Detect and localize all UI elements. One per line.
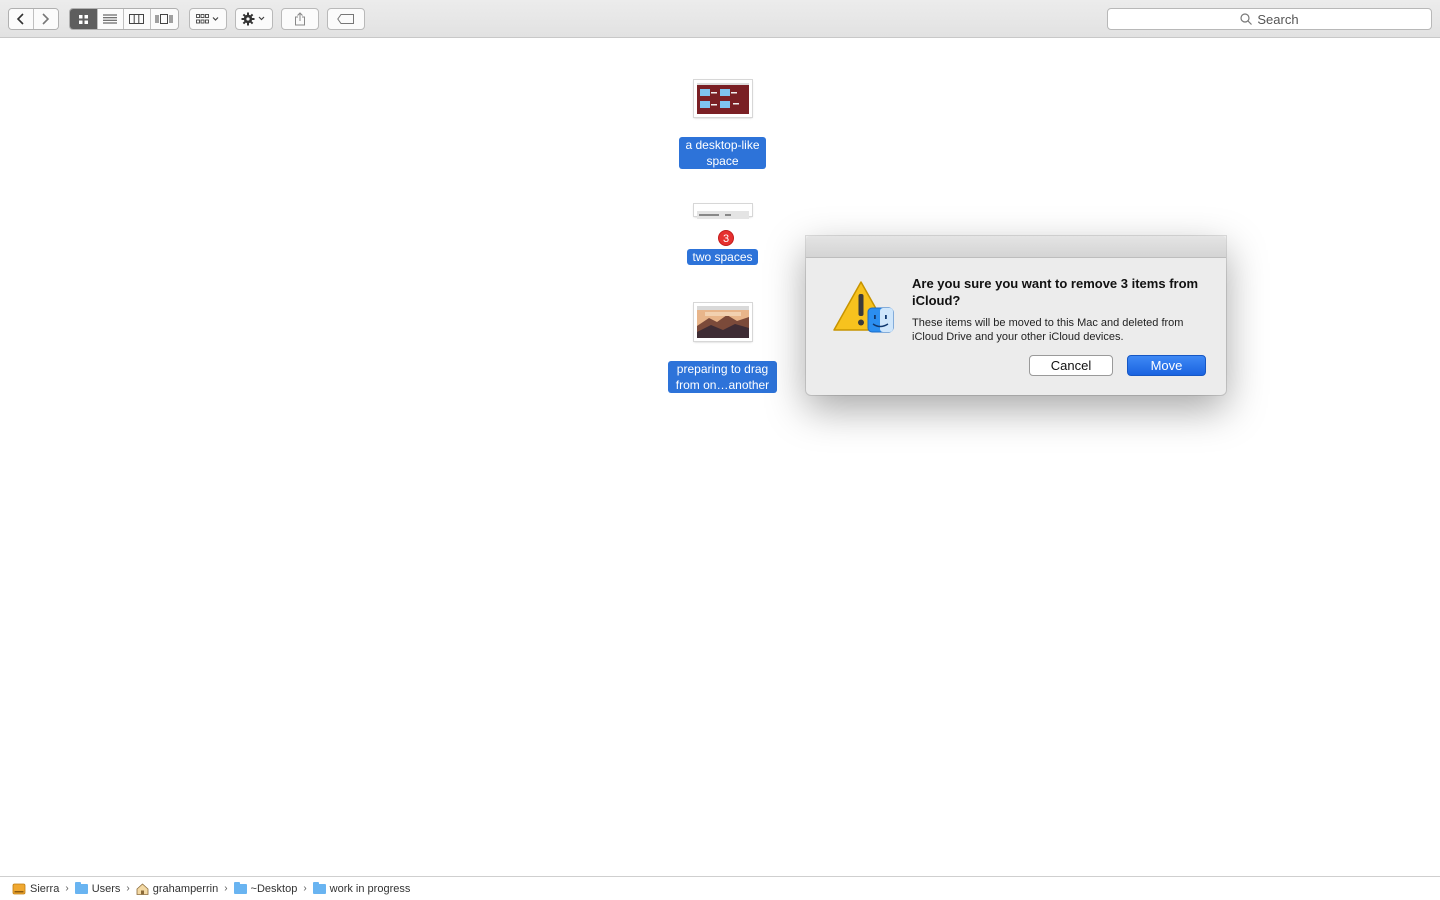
chevron-right-icon: › — [126, 883, 130, 894]
path-bar: Sierra › Users › grahamperrin › ~Desktop… — [0, 876, 1440, 900]
file-thumbnail[interactable] — [694, 204, 752, 219]
path-crumb-label: work in progress — [329, 882, 411, 895]
file-label[interactable]: preparing to drag from on…another — [668, 361, 777, 393]
chevron-left-icon — [17, 13, 24, 25]
finder-toolbar: Search — [0, 0, 1440, 38]
dialog-message: These items will be moved to this Mac an… — [912, 317, 1184, 343]
path-crumb-label: grahamperrin — [152, 882, 219, 895]
gear-icon — [241, 12, 265, 26]
tags-button[interactable] — [327, 8, 365, 30]
arrange-grid-icon — [196, 14, 219, 24]
users-folder-icon — [74, 881, 88, 894]
cancel-button[interactable]: Cancel — [1029, 355, 1113, 376]
view-mode-control — [69, 8, 179, 30]
action-button[interactable] — [235, 8, 273, 30]
path-crumb-label: Users — [91, 882, 121, 895]
chevron-right-icon: › — [65, 883, 69, 894]
path-crumb-work-in-progress[interactable]: work in progress — [312, 881, 411, 895]
icon-grid-icon — [78, 14, 88, 24]
cover-flow-icon — [155, 14, 173, 24]
search-placeholder: Search — [1257, 11, 1299, 27]
dialog-title: Are you sure you want to remove 3 items … — [912, 276, 1199, 308]
back-button[interactable] — [9, 9, 34, 29]
search-icon — [1240, 13, 1253, 25]
warning-icon — [832, 280, 894, 336]
file-label[interactable]: two spaces — [687, 249, 758, 265]
folder-icon — [312, 881, 326, 894]
columns-icon — [129, 14, 145, 24]
move-button[interactable]: Move — [1127, 355, 1206, 376]
chevron-right-icon: › — [224, 883, 228, 894]
chevron-right-icon: › — [303, 883, 307, 894]
desktop-screenshot-thumbnail — [697, 83, 749, 114]
cover-flow-button[interactable] — [150, 9, 178, 29]
path-crumb-desktop[interactable]: ~Desktop — [233, 881, 298, 895]
chevron-right-icon — [42, 13, 50, 25]
share-icon — [295, 12, 305, 26]
path-crumb-sierra[interactable]: Sierra — [12, 883, 59, 895]
item-count-badge: 3 — [718, 230, 734, 246]
file-thumbnail[interactable] — [694, 80, 752, 117]
path-crumb-label: Sierra — [30, 882, 60, 895]
file-thumbnail[interactable] — [694, 303, 752, 341]
nav-buttons — [8, 8, 59, 30]
dialog-titlebar — [806, 236, 1226, 258]
forward-button[interactable] — [33, 9, 58, 29]
tag-icon — [337, 14, 354, 24]
path-crumb-label: ~Desktop — [250, 882, 298, 895]
icon-view-button[interactable] — [70, 9, 98, 29]
list-view-button[interactable] — [97, 9, 125, 29]
share-button[interactable] — [281, 8, 319, 30]
spaces-screenshot-thumbnail — [697, 211, 749, 219]
list-icon — [103, 14, 118, 24]
sierra-wallpaper-thumbnail — [697, 306, 749, 338]
path-crumb-users[interactable]: Users — [74, 881, 121, 895]
folder-icon — [233, 881, 247, 894]
column-view-button[interactable] — [124, 9, 151, 29]
file-label[interactable]: a desktop-like space — [679, 137, 766, 169]
remove-from-icloud-dialog: Are you sure you want to remove 3 items … — [806, 236, 1226, 395]
home-icon — [136, 882, 149, 895]
search-field[interactable]: Search — [1107, 8, 1432, 30]
hard-drive-icon — [12, 883, 26, 894]
arrange-button[interactable] — [189, 8, 227, 30]
path-crumb-home[interactable]: grahamperrin — [136, 883, 218, 895]
